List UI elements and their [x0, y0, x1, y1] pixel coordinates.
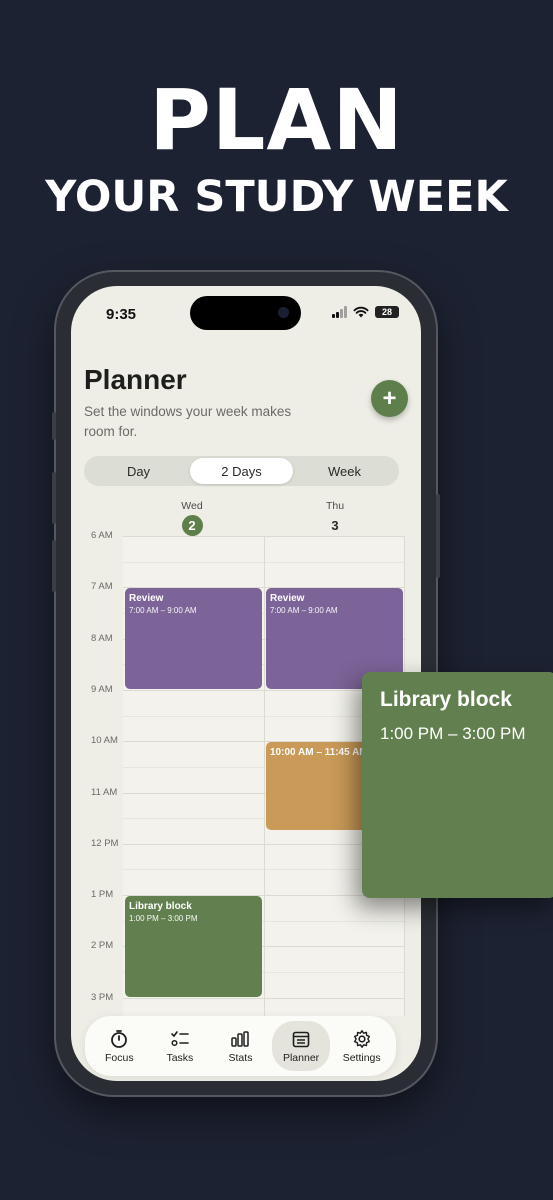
hour-label: 11 AM: [91, 786, 118, 798]
day-name: Thu: [325, 500, 345, 512]
view-option-2-days[interactable]: 2 Days: [190, 458, 293, 484]
hour-label: 6 AM: [91, 530, 113, 541]
tab-settings[interactable]: Settings: [333, 1021, 391, 1071]
day-number-today: 2: [181, 515, 203, 536]
headline-study-week: YOUR STUDY WEEK: [45, 172, 508, 222]
event-block[interactable]: Review 7:00 AM – 9:00 AM: [125, 588, 262, 689]
status-icons: 28: [332, 306, 399, 318]
headline-plan: PLAN: [149, 71, 404, 169]
event-block[interactable]: Library block 1:00 PM – 3:00 PM: [125, 896, 262, 997]
page-title: Planner: [84, 364, 187, 395]
day-number: 3: [331, 518, 339, 533]
status-time: 9:35: [106, 306, 137, 323]
hour-label: 8 AM: [91, 632, 113, 644]
power-button: [436, 494, 440, 578]
tab-label: Planner: [282, 1051, 320, 1064]
day-name: Wed: [181, 500, 203, 512]
tab-label: Stats: [228, 1051, 253, 1064]
event-time: 1:00 PM – 3:00 PM: [129, 914, 198, 924]
event-detail-card[interactable]: Library block 1:00 PM – 3:00 PM: [362, 672, 553, 898]
battery-icon: 28: [375, 306, 399, 318]
volume-up-button: [52, 472, 56, 524]
event-title: Library block: [129, 901, 192, 913]
volume-down-button: [52, 540, 56, 592]
hour-label: 9 AM: [91, 683, 113, 695]
view-option-week[interactable]: Week: [293, 458, 396, 484]
day-column-divider: [264, 536, 265, 1016]
add-button[interactable]: +: [371, 380, 408, 417]
event-time: 7:00 AM – 9:00 AM: [129, 606, 197, 616]
tab-tasks[interactable]: Tasks: [151, 1021, 209, 1071]
tab-label: Tasks: [166, 1051, 194, 1064]
day-header-thu[interactable]: Thu 3: [305, 500, 365, 536]
dynamic-island: [190, 296, 301, 330]
camera-icon: [278, 307, 289, 318]
hour-label: 10 AM: [91, 735, 118, 747]
event-time: 7:00 AM – 9:00 AM: [270, 606, 338, 616]
event-detail-time: 1:00 PM – 3:00 PM: [380, 724, 526, 743]
tab-label: Focus: [105, 1051, 134, 1064]
bar-chart-icon: [231, 1030, 250, 1047]
tab-label: Settings: [342, 1051, 381, 1064]
event-detail-title: Library block: [380, 688, 512, 711]
tab-planner[interactable]: Planner: [272, 1021, 331, 1071]
wifi-icon: [353, 306, 369, 318]
tab-stats[interactable]: Stats: [211, 1021, 269, 1071]
hour-label: 1 PM: [91, 889, 114, 901]
cellular-signal-icon: [332, 306, 347, 318]
tab-bar: Focus Tasks Stats Planner Settings: [85, 1016, 396, 1076]
hour-label: 2 PM: [91, 940, 114, 952]
mute-switch: [52, 412, 56, 440]
view-switcher: Day 2 Days Week: [84, 456, 399, 486]
page-subtitle: Set the windows your week makes room for…: [84, 404, 292, 439]
calendar-icon: [292, 1031, 310, 1047]
view-option-day[interactable]: Day: [87, 458, 190, 484]
hour-label: 3 PM: [91, 991, 114, 1003]
checklist-icon: [171, 1030, 189, 1046]
day-header-wed[interactable]: Wed 2: [162, 500, 222, 536]
hour-label: 12 PM: [91, 837, 119, 849]
hour-label: 7 AM: [91, 581, 113, 593]
gear-icon: [353, 1029, 370, 1048]
event-title: Review: [270, 593, 305, 605]
tab-focus[interactable]: Focus: [90, 1021, 148, 1071]
timer-icon: [111, 1029, 128, 1048]
event-title: Review: [129, 593, 164, 605]
